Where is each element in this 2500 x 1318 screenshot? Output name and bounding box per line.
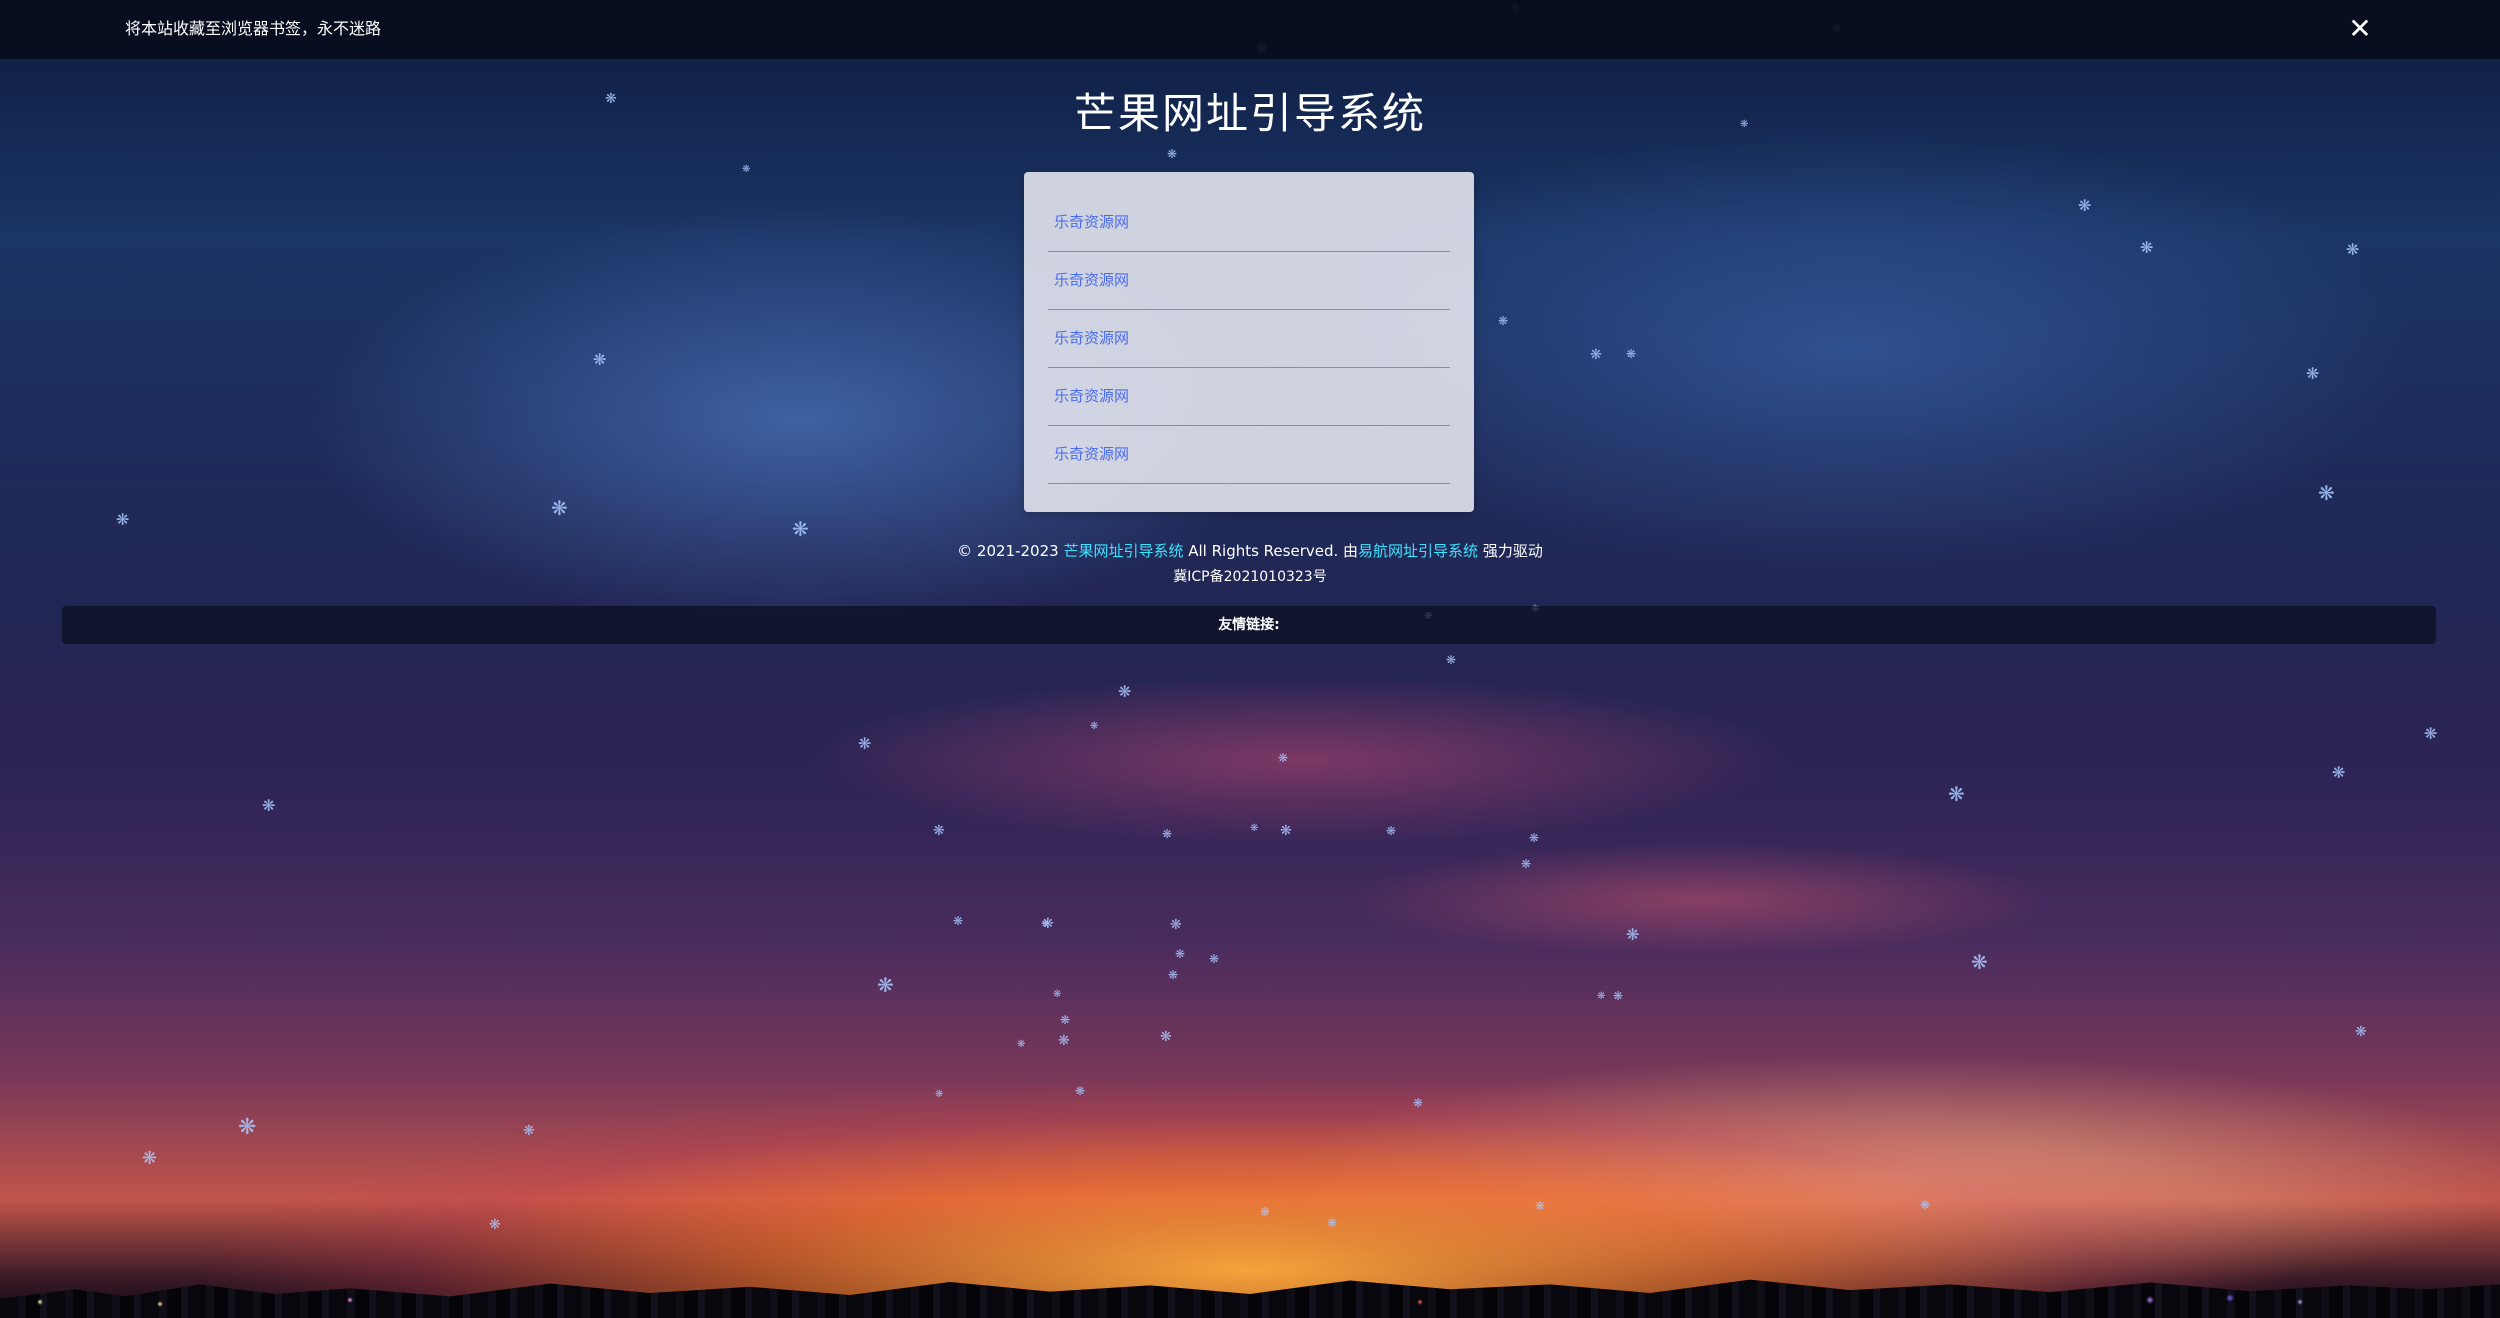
snowflake-icon: ❋ xyxy=(1175,947,1186,961)
close-icon[interactable]: ✕ xyxy=(2345,14,2375,44)
snowflake-icon: ❋ xyxy=(1075,1084,1086,1098)
snowflake-icon: ❋ xyxy=(1170,917,1182,933)
snowflake-icon: ❋ xyxy=(2078,196,2092,215)
copyright-line: © 2021-2023 芒果网址引导系统 All Rights Reserved… xyxy=(0,541,2500,561)
snowflake-icon: ❋ xyxy=(1597,991,1606,1002)
snowflake-icon: ❋ xyxy=(1162,827,1173,841)
page-title: 芒果网址引导系统 xyxy=(1073,89,1426,138)
snowflake-icon: ❋ xyxy=(551,496,568,520)
site-name-link[interactable]: 芒果网址引导系统 xyxy=(1063,542,1183,560)
site-link[interactable]: 乐奇资源网 xyxy=(1048,252,1450,290)
rights-text: All Rights Reserved. 由 xyxy=(1183,542,1359,560)
snowflake-icon: ❋ xyxy=(1327,1216,1338,1230)
snowflake-icon: ❋ xyxy=(935,1089,944,1100)
bookmark-notice-text: 将本站收藏至浏览器书签，永不迷路 xyxy=(125,19,382,38)
snowflake-icon: ❋ xyxy=(1167,147,1178,161)
snowflake-icon: ❋ xyxy=(1386,824,1397,838)
snowflake-icon: ❋ xyxy=(1060,1013,1071,1027)
city-lights xyxy=(0,1292,2500,1312)
snowflake-icon: ❋ xyxy=(742,164,751,175)
powered-by-link[interactable]: 易航网址引导系统 xyxy=(1358,542,1478,560)
icp-record[interactable]: 冀ICP备2021010323号 xyxy=(0,567,2500,587)
snowflake-icon: ❋ xyxy=(1041,919,1050,930)
snowflake-icon: ❋ xyxy=(2332,763,2346,782)
site-link[interactable]: 乐奇资源网 xyxy=(1048,310,1450,348)
site-link[interactable]: 乐奇资源网 xyxy=(1048,426,1450,464)
snowflake-icon: ❋ xyxy=(1017,1039,1026,1050)
snowflake-icon: ❋ xyxy=(1160,1029,1172,1045)
snowflake-icon: ❋ xyxy=(1118,682,1132,701)
snowflake-icon: ❋ xyxy=(1209,952,1220,966)
snowflake-icon: ❋ xyxy=(1948,782,1965,806)
snowflake-icon: ❋ xyxy=(877,973,894,997)
site-link[interactable]: 乐奇资源网 xyxy=(1048,194,1450,232)
snowflake-icon: ❋ xyxy=(1053,989,1062,1000)
site-link[interactable]: 乐奇资源网 xyxy=(1048,368,1450,406)
snowflake-icon: ❋ xyxy=(2306,364,2320,383)
list-item: 乐奇资源网 xyxy=(1048,252,1450,310)
snowflake-icon: ❋ xyxy=(262,796,276,815)
snowflake-icon: ❋ xyxy=(792,517,809,541)
snowflake-icon: ❋ xyxy=(1626,925,1640,944)
copyright-prefix: © 2021-2023 xyxy=(957,542,1064,560)
snowflake-icon: ❋ xyxy=(1058,1033,1070,1049)
snowflake-icon: ❋ xyxy=(1529,831,1540,845)
list-item: 乐奇资源网 xyxy=(1048,426,1450,484)
snowflake-icon: ❋ xyxy=(1280,823,1292,839)
snowflake-icon: ❋ xyxy=(1250,823,1259,834)
powered-suffix: 强力驱动 xyxy=(1478,542,1543,560)
snowflake-icon: ❋ xyxy=(1613,989,1624,1003)
list-item: 乐奇资源网 xyxy=(1048,310,1450,368)
snowflake-icon: ❋ xyxy=(1590,347,1602,363)
snowflake-icon: ❋ xyxy=(1413,1096,1424,1110)
snowflake-icon: ❋ xyxy=(2424,724,2438,743)
snowflake-icon: ❋ xyxy=(1535,1199,1546,1213)
list-item: 乐奇资源网 xyxy=(1048,194,1450,252)
snowflake-icon: ❋ xyxy=(2346,240,2360,259)
snowflake-icon: ❋ xyxy=(933,823,945,839)
bookmark-notice-bar: 将本站收藏至浏览器书签，永不迷路 ✕ xyxy=(0,0,2500,59)
snowflake-icon: ❋ xyxy=(858,734,872,753)
snowflake-icon: ❋ xyxy=(1498,314,1509,328)
snowflake-icon: ❋ xyxy=(1626,347,1637,361)
snowflake-icon: ❋ xyxy=(953,914,964,928)
snowflake-icon: ❋ xyxy=(1168,968,1179,982)
link-card: 乐奇资源网 乐奇资源网 乐奇资源网 乐奇资源网 乐奇资源网 xyxy=(1024,172,1474,512)
snowflake-icon: ❋ xyxy=(1521,857,1532,871)
snowflake-icon: ❋ xyxy=(116,510,130,529)
snowflake-icon: ❋ xyxy=(1260,1205,1271,1219)
snowflake-icon: ❋ xyxy=(238,1115,257,1140)
snowflake-icon: ❋ xyxy=(1042,916,1054,932)
snowflake-icon: ❋ xyxy=(1446,653,1457,667)
snowflake-icon: ❋ xyxy=(1920,1198,1931,1212)
list-item: 乐奇资源网 xyxy=(1048,368,1450,426)
snowflake-icon: ❋ xyxy=(593,350,607,369)
link-list: 乐奇资源网 乐奇资源网 乐奇资源网 乐奇资源网 乐奇资源网 xyxy=(1048,194,1450,484)
snowflake-icon: ❋ xyxy=(523,1123,535,1139)
friend-links-label: 友情链接: xyxy=(1218,617,1280,633)
snowflake-icon: ❋ xyxy=(1090,721,1099,732)
snowflake-icon: ❋ xyxy=(1971,950,1988,974)
snowflake-icon: ❋ xyxy=(2355,1024,2367,1040)
snowflake-icon: ❋ xyxy=(2318,481,2335,505)
snowflake-icon: ❋ xyxy=(1278,751,1289,765)
snowflake-icon: ❋ xyxy=(2140,238,2154,257)
snowflake-icon: ❋ xyxy=(142,1148,158,1169)
snowflake-icon: ❋ xyxy=(489,1217,501,1233)
friend-links-bar: 友情链接: xyxy=(62,606,2436,644)
